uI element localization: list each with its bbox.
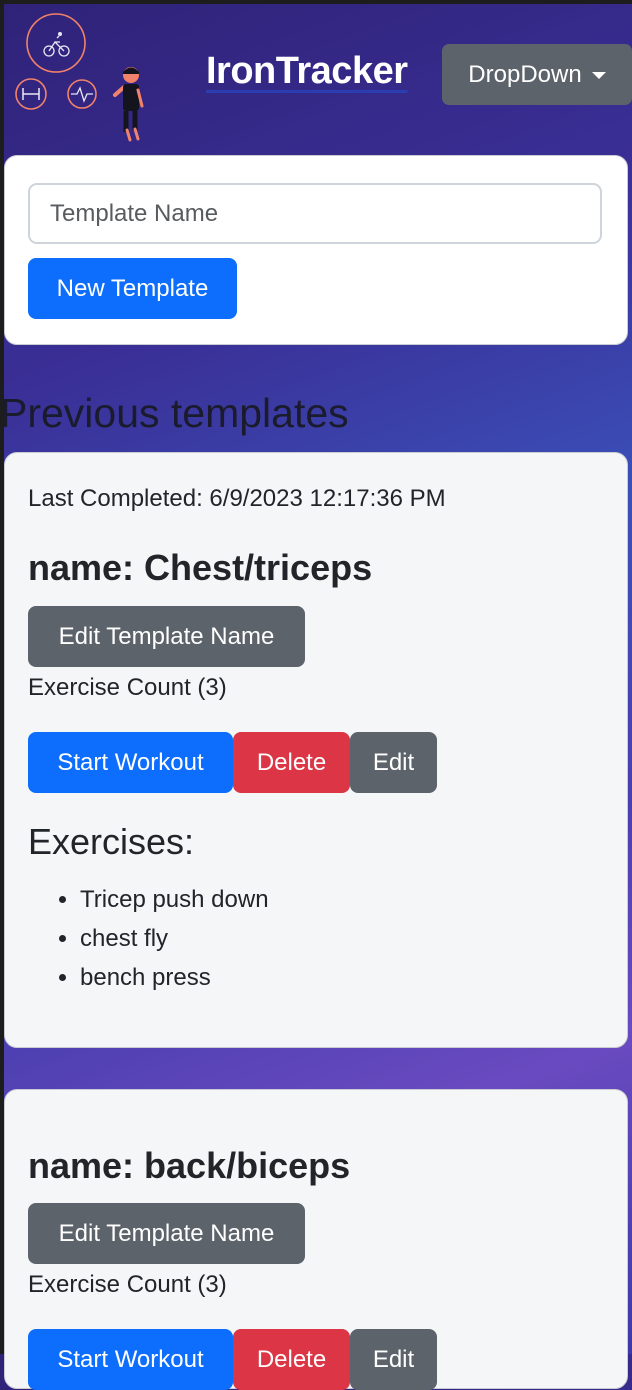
template-name-input[interactable] [28,183,602,244]
template-card: Last Completed: 6/9/2023 12:17:36 PM nam… [4,452,628,1048]
heartbeat-icon [67,79,97,109]
delete-button[interactable]: Delete [233,732,350,793]
logo[interactable] [14,6,164,151]
bicycle-icon [26,13,86,73]
template-name: name: back/biceps [28,1145,351,1186]
edit-template-name-button[interactable]: Edit Template Name [28,606,305,667]
start-workout-button[interactable]: Start Workout [28,1329,233,1390]
dropdown-button[interactable]: DropDown [442,44,632,105]
edit-button[interactable]: Edit [350,732,437,793]
caret-down-icon [591,72,606,79]
delete-button[interactable]: Delete [233,1329,350,1390]
dumbbell-icon [15,78,47,110]
exercise-list: Tricep push down chest fly bench press [28,885,269,1002]
brand-title[interactable]: IronTracker [206,50,408,93]
list-item: chest fly [80,924,269,963]
navbar: IronTracker DropDown [4,4,632,154]
template-name: name: Chest/triceps [28,547,373,588]
exercise-count: Exercise Count (3) [28,1271,227,1298]
dropdown-label: DropDown [468,60,582,88]
list-item: bench press [80,963,269,1002]
last-completed-text: Last Completed: 6/9/2023 12:17:36 PM [28,485,446,512]
edit-button[interactable]: Edit [350,1329,437,1390]
exercises-heading: Exercises: [28,821,195,862]
list-item: Tricep push down [80,885,269,924]
start-workout-button[interactable]: Start Workout [28,732,233,793]
new-template-card: New Template [4,155,628,345]
exercise-count: Exercise Count (3) [28,674,227,701]
new-template-button[interactable]: New Template [28,258,237,319]
edit-template-name-button[interactable]: Edit Template Name [28,1203,305,1264]
template-card: name: back/biceps Edit Template Name Exe… [4,1089,628,1390]
runner-figure-icon [113,67,144,142]
section-title: Previous templates [0,390,349,436]
